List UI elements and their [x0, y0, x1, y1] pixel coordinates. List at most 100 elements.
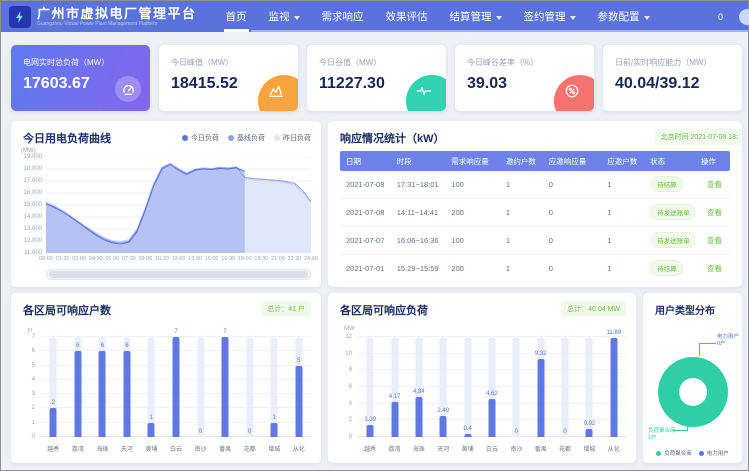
beijing-time-badge: 北京时间 2021-07-08 18:: [655, 129, 742, 145]
bar-column-荔湾: 4.17: [382, 337, 406, 437]
datazoom-slider[interactable]: [46, 269, 311, 280]
status-badge: 待结算: [650, 260, 683, 276]
bar-value-label: 11.89: [606, 330, 621, 336]
y-tick: 0: [349, 434, 352, 440]
nav-item-6[interactable]: 参数配置: [587, 1, 661, 32]
kpi-label: 今日谷值（MW）: [319, 57, 434, 68]
bar-column-花都: 0: [237, 337, 262, 437]
kpi-card-3: 今日峰谷差率（%）39.03: [455, 45, 594, 111]
legend-item-2[interactable]: 昨日负荷: [274, 133, 311, 143]
nav-item-5[interactable]: 签约管理: [513, 1, 587, 32]
cell-resp_users: 1: [601, 264, 644, 273]
bar-background: [464, 337, 471, 437]
category-label: 南沙: [188, 444, 213, 453]
legend-item-0[interactable]: 今日负荷: [182, 133, 219, 143]
category-label: 荔湾: [66, 444, 91, 453]
bar-value-label: 4.62: [486, 391, 498, 397]
legend-dot: [228, 135, 234, 141]
bar-value-label: 1.39: [364, 417, 376, 423]
app-title: 广州市虚拟电厂管理平台: [37, 7, 197, 21]
category-label: 黄埔: [139, 444, 164, 453]
bar: [148, 423, 155, 437]
x-axis-labels: 越秀荔湾海珠天河黄埔白云南沙番禺花都增城从化: [41, 444, 311, 453]
bar: [367, 425, 374, 437]
bar-column-番禺: 9.32: [529, 337, 553, 437]
top-navbar: 广州市虚拟电厂管理平台 Guangzhou Virtual Power Plan…: [1, 1, 748, 32]
view-link[interactable]: 查看: [701, 236, 722, 245]
pie-legend: 负荷聚合商电力用户: [643, 449, 742, 457]
nav-item-label: 监视: [269, 9, 290, 24]
legend-label: 今日负荷: [191, 133, 219, 143]
category-label: 黄埔: [455, 444, 479, 453]
view-link[interactable]: 查看: [701, 180, 722, 189]
x-tick: 24:00: [304, 256, 318, 262]
district-load-panel: 各区局可响应负荷 总计：40.04 MW MW 024681012 1.394.…: [328, 293, 636, 463]
pie-legend-item-1[interactable]: 电力用户: [699, 449, 729, 457]
legend-dot: [656, 451, 661, 456]
notification-count[interactable]: 0: [718, 12, 723, 22]
nav-item-2[interactable]: 需求响应: [311, 1, 375, 32]
x-tick: 04:30: [89, 256, 103, 262]
total-badge: 总计：41 户: [261, 301, 311, 317]
bar-column-南沙: 0: [504, 337, 528, 437]
view-link[interactable]: 查看: [701, 208, 722, 217]
pie-label-name: 负荷聚合商: [648, 428, 676, 435]
nav-item-4[interactable]: 结算管理: [439, 1, 513, 32]
category-label: 越秀: [41, 444, 66, 453]
bar-background: [562, 337, 569, 437]
donut-hole: [679, 378, 707, 406]
y-tick: 12,000: [24, 238, 42, 244]
col-header: 操作: [695, 156, 730, 167]
legend-dot: [699, 451, 704, 456]
cell-responded: 0: [543, 208, 602, 217]
kpi-card-0: 电网实时总负荷（MW）17603.67: [11, 45, 150, 111]
bar-value-label: 0: [248, 429, 251, 435]
bar-column-越秀: 1.39: [358, 337, 382, 437]
legend-dot: [182, 135, 188, 141]
bar-column-从化: 5: [286, 337, 311, 437]
bar-plot: 1.394.174.842.490.44.6209.3200.9211.89: [358, 337, 626, 437]
table-row: 2021-07-0814:11~14:41200101待发送账单查看: [340, 199, 730, 227]
nav-item-3[interactable]: 效果评估: [375, 1, 439, 32]
district-users-panel: 各区局可响应户数 总计：41 户 户 01234567 26661707015 …: [11, 293, 321, 463]
y-tick: 0: [32, 434, 35, 440]
y-axis-labels: 01234567: [17, 337, 35, 437]
view-link[interactable]: 查看: [701, 264, 722, 273]
datazoom-handle[interactable]: [49, 271, 308, 278]
y-tick: 4: [349, 401, 352, 407]
cell-invited: 1: [500, 236, 543, 245]
pie-callout-line: [699, 343, 716, 356]
category-label: 花都: [553, 444, 577, 453]
bar-value-label: 1: [273, 415, 276, 421]
category-label: 增城: [262, 444, 287, 453]
pie-legend-item-0[interactable]: 负荷聚合商: [656, 449, 692, 457]
legend-label: 昨日负荷: [283, 133, 311, 143]
cell-demand: 200: [445, 264, 500, 273]
category-label: 天河: [431, 444, 455, 453]
bar-column-越秀: 2: [41, 337, 66, 437]
kpi-card-1: 今日峰值（MW）18415.52: [159, 45, 298, 111]
x-tick: 21:00: [271, 256, 285, 262]
kpi-label: 今日峰值（MW）: [171, 57, 286, 68]
nav-right: 0: [718, 9, 748, 25]
avatar[interactable]: [739, 9, 749, 25]
x-tick: 03:00: [72, 256, 86, 262]
category-label: 从化: [602, 444, 626, 453]
cell-period: 14:11~14:41: [391, 208, 446, 217]
panel-title: 今日用电负荷曲线: [23, 130, 111, 146]
bar: [271, 423, 278, 437]
nav-item-0[interactable]: 首页: [215, 1, 258, 32]
cell-period: 15:29~15:59: [391, 264, 446, 273]
bar-value-label: 6: [76, 343, 79, 349]
bar-value-label: 4.17: [389, 394, 401, 400]
nav-item-1[interactable]: 监视: [258, 1, 311, 32]
kpi-card-4: 日前/实时响应能力（MW）40.04/39.12: [603, 45, 742, 111]
bar: [123, 351, 130, 437]
y-tick: 10: [345, 351, 352, 357]
user-type-panel: 用户类型分布 电力用户 0户 负荷聚合商 1户 负荷聚合商电力用户: [643, 293, 742, 463]
x-tick: 07:30: [122, 256, 136, 262]
category-label: 番禺: [213, 444, 238, 453]
legend-item-1[interactable]: 基线负荷: [228, 133, 265, 143]
x-tick: 06:00: [105, 256, 119, 262]
bar-value-label: 2: [52, 400, 55, 406]
